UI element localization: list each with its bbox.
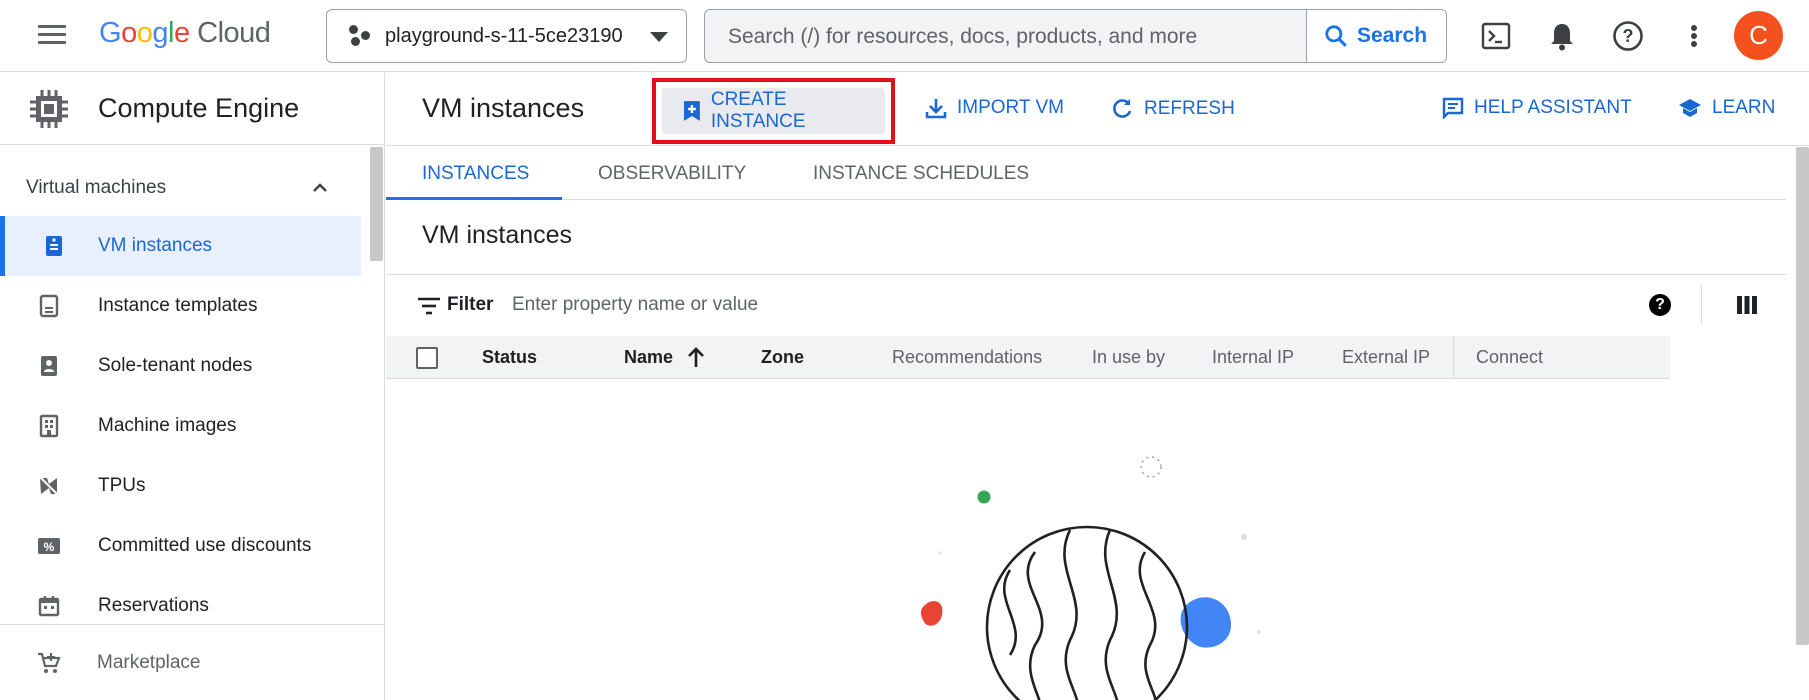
refresh-icon bbox=[1113, 99, 1132, 118]
terminal-icon[interactable] bbox=[1478, 18, 1514, 54]
top-bar: Google Cloud playground-s-11-5ce23190 Se… bbox=[0, 0, 1809, 72]
create-instance-button[interactable]: CREATE INSTANCE bbox=[662, 88, 885, 134]
machine-image-icon bbox=[39, 414, 59, 438]
tab-instances[interactable]: INSTANCES bbox=[422, 163, 529, 185]
sidebar-item-machine-images[interactable]: Machine images bbox=[0, 396, 361, 456]
arrow-up-icon bbox=[688, 347, 704, 367]
product-header: Compute Engine bbox=[0, 73, 384, 145]
column-connect[interactable]: Connect bbox=[1476, 347, 1543, 368]
tab-observability[interactable]: OBSERVABILITY bbox=[598, 163, 746, 185]
section-virtual-machines[interactable]: Virtual machines bbox=[0, 160, 360, 216]
sidebar-item-marketplace[interactable]: Marketplace bbox=[0, 624, 384, 700]
school-icon bbox=[1679, 99, 1701, 117]
column-status[interactable]: Status bbox=[482, 347, 537, 368]
product-title: Compute Engine bbox=[98, 93, 300, 123]
section-title: VM instances bbox=[422, 221, 573, 249]
table-header: Status Name Zone Recommendations In use … bbox=[386, 336, 1786, 379]
project-picker[interactable]: playground-s-11-5ce23190 bbox=[326, 9, 687, 63]
filter-icon bbox=[418, 297, 440, 315]
search-input[interactable]: Search (/) for resources, docs, products… bbox=[728, 25, 1197, 49]
chat-icon bbox=[1442, 97, 1464, 119]
bell-icon[interactable] bbox=[1544, 18, 1580, 54]
column-display-icon[interactable] bbox=[1737, 295, 1757, 315]
sidebar-item-vm-instances[interactable]: VM instances bbox=[0, 216, 361, 276]
help-assistant-button[interactable]: HELP ASSISTANT bbox=[1442, 97, 1632, 119]
page-title: VM instances bbox=[422, 93, 585, 123]
active-tab-indicator bbox=[386, 197, 562, 200]
sidebar-item-instance-templates[interactable]: Instance templates bbox=[0, 276, 361, 336]
column-internal-ip[interactable]: Internal IP bbox=[1212, 347, 1294, 368]
filter-help-icon[interactable]: ? bbox=[1649, 294, 1671, 316]
sidebar-scrollbar[interactable] bbox=[370, 147, 383, 261]
tab-bar: INSTANCES OBSERVABILITY INSTANCE SCHEDUL… bbox=[386, 147, 1786, 200]
create-instance-highlight: CREATE INSTANCE bbox=[652, 78, 895, 144]
compute-engine-icon bbox=[30, 89, 68, 128]
tpu-icon bbox=[39, 476, 59, 496]
chevron-down-icon bbox=[650, 32, 668, 42]
sole-tenant-icon bbox=[41, 356, 57, 376]
calendar-icon bbox=[38, 596, 60, 617]
template-icon bbox=[39, 294, 59, 318]
more-vert-icon[interactable] bbox=[1676, 18, 1712, 54]
tab-instance-schedules[interactable]: INSTANCE SCHEDULES bbox=[813, 163, 1029, 185]
search-icon bbox=[1325, 25, 1347, 47]
help-icon[interactable]: ? bbox=[1610, 18, 1646, 54]
chevron-up-icon bbox=[313, 183, 327, 192]
vm-instance-icon bbox=[46, 236, 62, 256]
menu-icon[interactable] bbox=[36, 20, 68, 52]
discount-icon: % bbox=[38, 538, 60, 554]
sidebar-item-sole-tenant-nodes[interactable]: Sole-tenant nodes bbox=[0, 336, 361, 396]
svg-text:%: % bbox=[44, 540, 55, 554]
filter-bar: Filter Enter property name or value ? bbox=[386, 275, 1786, 336]
column-zone[interactable]: Zone bbox=[761, 347, 804, 368]
cart-icon bbox=[38, 652, 61, 673]
page-header: VM instances CREATE INSTANCE IMPORT VM R… bbox=[386, 73, 1809, 146]
project-icon bbox=[349, 25, 371, 47]
google-cloud-logo[interactable]: Google Cloud bbox=[99, 17, 271, 50]
sidebar-item-committed-use-discounts[interactable]: % Committed use discounts bbox=[0, 516, 361, 576]
column-external-ip[interactable]: External IP bbox=[1342, 347, 1430, 368]
left-sidebar: Compute Engine Virtual machines VM insta… bbox=[0, 73, 385, 700]
project-name: playground-s-11-5ce23190 bbox=[385, 24, 623, 47]
download-icon bbox=[925, 99, 947, 119]
column-recommendations[interactable]: Recommendations bbox=[892, 347, 1042, 368]
main-scrollbar[interactable] bbox=[1796, 147, 1809, 645]
table-header-spacer bbox=[1670, 336, 1786, 379]
learn-button[interactable]: LEARN bbox=[1678, 97, 1775, 119]
search-button[interactable]: Search bbox=[1306, 10, 1446, 62]
column-name[interactable]: Name bbox=[624, 347, 704, 368]
column-divider bbox=[1453, 336, 1454, 379]
filter-input[interactable]: Enter property name or value bbox=[512, 294, 758, 316]
column-in-use-by[interactable]: In use by bbox=[1092, 347, 1165, 368]
select-all-checkbox[interactable] bbox=[416, 347, 438, 369]
sidebar-item-tpus[interactable]: TPUs bbox=[0, 456, 361, 516]
avatar[interactable]: C bbox=[1734, 11, 1783, 60]
empty-state-illustration bbox=[920, 456, 1261, 700]
filter-label[interactable]: Filter bbox=[447, 294, 493, 316]
import-vm-button[interactable]: IMPORT VM bbox=[925, 97, 1064, 119]
refresh-button[interactable]: REFRESH bbox=[1110, 97, 1235, 121]
svg-text:?: ? bbox=[1623, 26, 1634, 46]
search-bar[interactable]: Search (/) for resources, docs, products… bbox=[704, 9, 1447, 63]
add-bookmark-icon bbox=[683, 101, 700, 121]
divider bbox=[1701, 285, 1702, 325]
